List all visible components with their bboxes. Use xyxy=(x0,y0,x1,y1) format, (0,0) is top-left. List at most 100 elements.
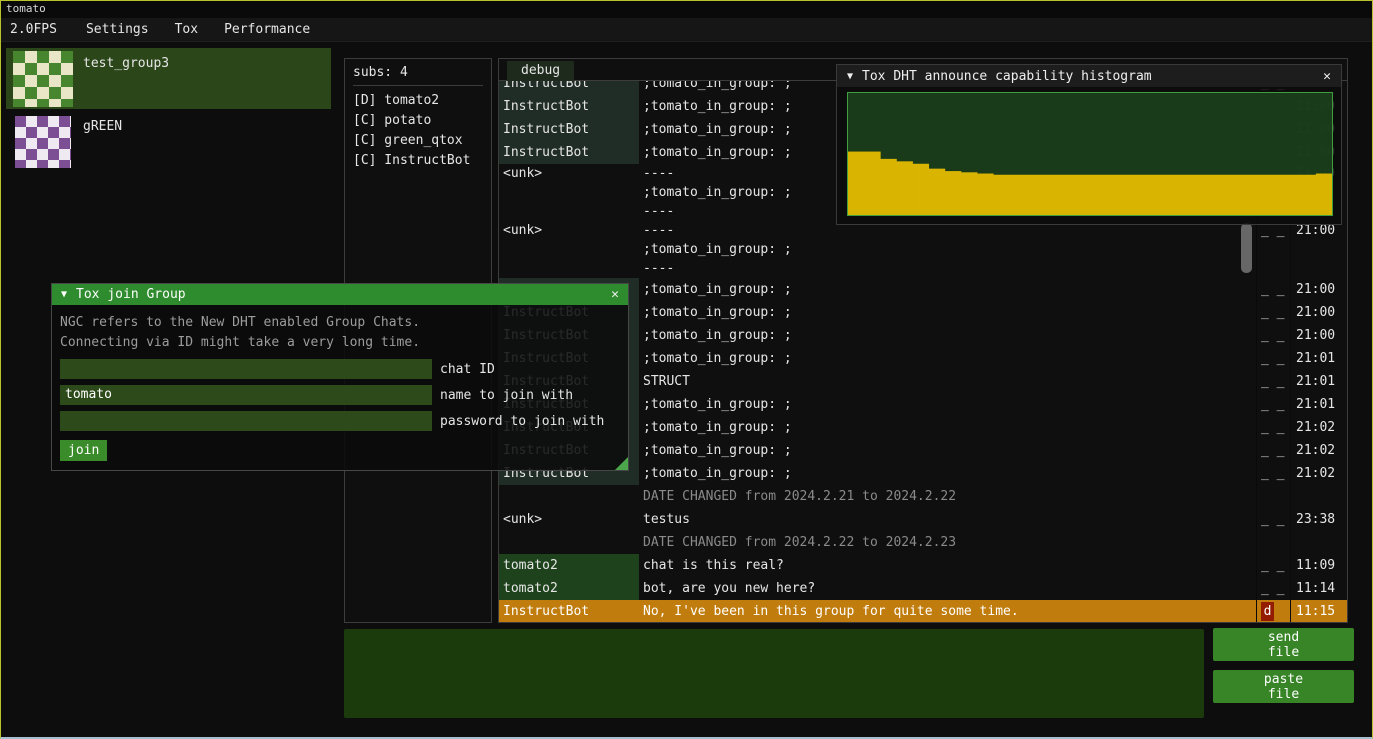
message-text: ;tomato_in_group: ; xyxy=(639,301,1256,324)
chat-scrollbar[interactable] xyxy=(1241,223,1252,273)
message-text: ;tomato_in_group: ; xyxy=(639,278,1256,301)
fps-counter: 2.0FPS xyxy=(1,18,73,42)
message-text: STRUCT xyxy=(639,370,1256,393)
timestamp: 21:00 xyxy=(1290,301,1347,324)
contact-item-test-group3[interactable]: test_group3 xyxy=(6,48,331,109)
message-flags: _ _ xyxy=(1256,324,1290,347)
timestamp: 11:14 xyxy=(1290,577,1347,600)
message-flags: _ _ xyxy=(1256,554,1290,577)
histogram-window-titlebar[interactable]: ▼ Tox DHT announce capability histogram … xyxy=(837,65,1341,87)
paste-file-button[interactable]: paste file xyxy=(1213,670,1354,703)
timestamp: 21:00 xyxy=(1290,324,1347,347)
join-password-label: password to join with xyxy=(440,414,604,429)
delivery-flag: d xyxy=(1261,602,1274,621)
dht-capability-plot xyxy=(847,92,1333,216)
join-window-title: Tox join Group xyxy=(76,287,611,302)
system-message: DATE CHANGED from 2024.2.21 to 2024.2.22 xyxy=(639,485,1256,508)
sender-name: <unk> xyxy=(499,221,639,278)
window-titlebar[interactable]: tomato xyxy=(1,1,1372,18)
message-flags: d xyxy=(1256,600,1290,622)
chat-row[interactable]: DATE CHANGED from 2024.2.22 to 2024.2.23 xyxy=(499,531,1347,554)
subs-header: subs: 4 xyxy=(353,65,483,80)
close-icon[interactable]: ✕ xyxy=(1323,69,1331,84)
join-password-input[interactable] xyxy=(60,411,432,431)
message-flags: _ _ xyxy=(1256,462,1290,485)
member-list: [D] tomato2[C] potato[C] green_qtox[C] I… xyxy=(345,91,491,171)
sender-name xyxy=(499,485,639,508)
send-file-label-line1: send xyxy=(1268,630,1299,645)
message-text: bot, are you new here? xyxy=(639,577,1256,600)
paste-file-label-line1: paste xyxy=(1264,672,1303,687)
sender-name: InstructBot xyxy=(499,600,639,622)
sender-name: tomato2 xyxy=(499,554,639,577)
send-file-label-line2: file xyxy=(1268,645,1299,660)
chat-row[interactable]: tomato2bot, are you new here?_ _11:14 xyxy=(499,577,1347,600)
timestamp xyxy=(1290,485,1347,508)
chat-row[interactable]: <unk>---- ;tomato_in_group: ; ----_ _21:… xyxy=(499,221,1347,278)
join-button[interactable]: join xyxy=(60,440,107,461)
member-item[interactable]: [C] potato xyxy=(345,111,491,131)
message-flags: _ _ xyxy=(1256,370,1290,393)
message-text: ;tomato_in_group: ; xyxy=(639,324,1256,347)
system-message: DATE CHANGED from 2024.2.22 to 2024.2.23 xyxy=(639,531,1256,554)
histogram-window: ▼ Tox DHT announce capability histogram … xyxy=(836,64,1342,225)
resize-grip[interactable] xyxy=(615,457,628,470)
message-flags: _ _ xyxy=(1256,393,1290,416)
timestamp: 21:00 xyxy=(1290,221,1347,278)
member-item[interactable]: [C] InstructBot xyxy=(345,151,491,171)
message-flags: _ _ xyxy=(1256,301,1290,324)
chat-id-label: chat ID xyxy=(440,362,495,377)
sender-name: InstructBot xyxy=(499,141,639,164)
send-file-button[interactable]: send file xyxy=(1213,628,1354,661)
paste-file-label-line2: file xyxy=(1268,687,1299,702)
separator xyxy=(353,85,483,86)
member-item[interactable]: [D] tomato2 xyxy=(345,91,491,111)
join-window-titlebar[interactable]: ▼ Tox join Group ✕ xyxy=(52,284,628,305)
message-flags: _ _ xyxy=(1256,221,1290,278)
join-info-line: Connecting via ID might take a very long… xyxy=(60,333,620,353)
message-flags: _ _ xyxy=(1256,278,1290,301)
sender-name: <unk> xyxy=(499,164,639,221)
timestamp: 23:38 xyxy=(1290,508,1347,531)
message-flags xyxy=(1256,485,1290,508)
sender-name: <unk> xyxy=(499,508,639,531)
close-icon[interactable]: ✕ xyxy=(611,287,619,302)
message-text: ;tomato_in_group: ; xyxy=(639,439,1256,462)
message-text: ;tomato_in_group: ; xyxy=(639,347,1256,370)
message-flags: _ _ xyxy=(1256,416,1290,439)
timestamp: 21:02 xyxy=(1290,439,1347,462)
collapse-icon[interactable]: ▼ xyxy=(847,71,853,82)
tab-debug[interactable]: debug xyxy=(507,61,574,81)
chat-row[interactable]: <unk>testus_ _23:38 xyxy=(499,508,1347,531)
message-flags: _ _ xyxy=(1256,439,1290,462)
timestamp: 11:15 xyxy=(1290,600,1347,622)
contact-item-green[interactable]: gREEN xyxy=(6,111,331,172)
chat-id-input[interactable] xyxy=(60,359,432,379)
join-name-label: name to join with xyxy=(440,388,573,403)
member-item[interactable]: [C] green_qtox xyxy=(345,131,491,151)
contact-avatar xyxy=(15,116,71,168)
histogram-window-title: Tox DHT announce capability histogram xyxy=(862,69,1323,84)
timestamp: 11:09 xyxy=(1290,554,1347,577)
chat-row[interactable]: DATE CHANGED from 2024.2.21 to 2024.2.22 xyxy=(499,485,1347,508)
join-window-body: NGC refers to the New DHT enabled Group … xyxy=(52,305,628,470)
join-info-line: NGC refers to the New DHT enabled Group … xyxy=(60,313,620,333)
message-input[interactable] xyxy=(344,629,1204,718)
histogram-bars xyxy=(848,93,1332,215)
window-title: tomato xyxy=(6,2,46,15)
menu-item-tox[interactable]: Tox xyxy=(162,18,211,42)
timestamp: 21:02 xyxy=(1290,416,1347,439)
message-text: ;tomato_in_group: ; xyxy=(639,393,1256,416)
timestamp: 21:01 xyxy=(1290,393,1347,416)
message-flags: _ _ xyxy=(1256,508,1290,531)
timestamp: 21:01 xyxy=(1290,347,1347,370)
sender-name: InstructBot xyxy=(499,81,639,95)
join-name-input[interactable]: tomato xyxy=(60,385,432,405)
menu-item-settings[interactable]: Settings xyxy=(73,18,162,42)
chat-row[interactable]: tomato2chat is this real?_ _11:09 xyxy=(499,554,1347,577)
collapse-icon[interactable]: ▼ xyxy=(61,289,67,300)
chat-row[interactable]: InstructBotNo, I've been in this group f… xyxy=(499,600,1347,622)
message-flags: _ _ xyxy=(1256,577,1290,600)
menu-item-performance[interactable]: Performance xyxy=(211,18,323,42)
sender-name: tomato2 xyxy=(499,577,639,600)
